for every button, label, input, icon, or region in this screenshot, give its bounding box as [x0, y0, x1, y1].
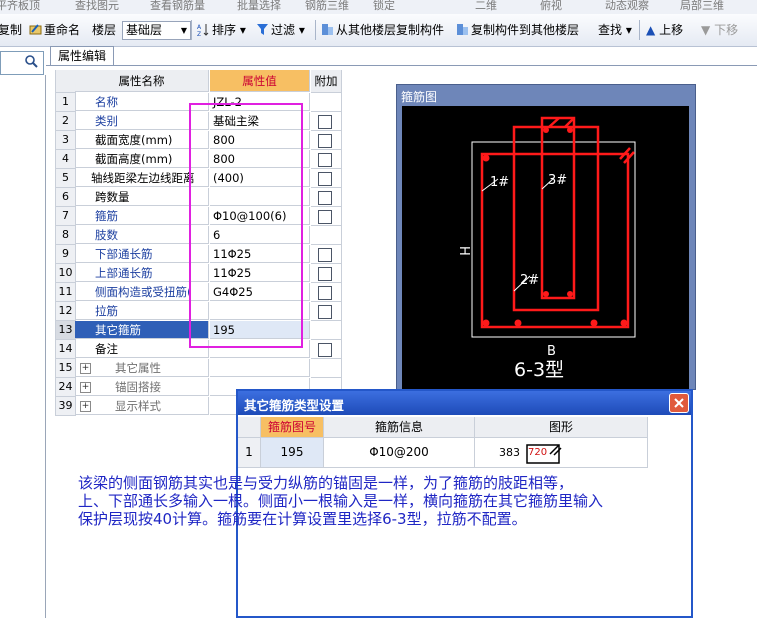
expand-icon[interactable]: + — [80, 382, 91, 393]
attach-checkbox[interactable] — [318, 286, 332, 300]
stirrup-code-cell[interactable]: 195 — [261, 438, 324, 468]
close-button[interactable] — [669, 393, 689, 413]
attach-checkbox[interactable] — [318, 267, 332, 281]
main-toolbar: 复制 重命名 楼层 基础层 ▼ A Z 排序 ▾ 过滤 ▾ 从其他楼层复制构件 复制… — [0, 14, 757, 47]
arrow-up-icon: ▲ — [646, 23, 656, 37]
header-add[interactable]: 附加 — [311, 70, 342, 93]
tool-top-view[interactable]: 俯视 — [540, 0, 562, 13]
rename-icon — [29, 24, 42, 35]
attach-checkbox[interactable] — [318, 115, 332, 129]
stirrup-label-3: 3# — [548, 173, 567, 188]
stirrup-diagram-window: 箍筋图 1# 2# 3# H B 6-3型 — [396, 84, 696, 390]
tab-divider — [46, 65, 757, 66]
filter-button[interactable]: 过滤 ▾ — [256, 22, 305, 38]
panel-divider — [45, 75, 46, 618]
search-icon[interactable] — [22, 53, 41, 71]
stirrup-info-cell[interactable]: Φ10@200 — [324, 438, 475, 468]
svg-text:Z: Z — [197, 31, 201, 36]
tool-rebar-3d[interactable]: 钢筋三维 — [305, 0, 349, 13]
header-value[interactable]: 属性值 — [210, 70, 310, 92]
grid-header: 属性名称 属性值 附加 — [55, 70, 342, 93]
shape-dim-width: 383 — [499, 446, 520, 459]
sort-button[interactable]: A Z 排序 ▾ — [197, 22, 246, 38]
stirrup-type-label: 6-3型 — [514, 359, 564, 381]
header-shape[interactable]: 图形 — [475, 417, 648, 438]
stirrup-2 — [540, 116, 576, 300]
dialog-titlebar[interactable]: 其它箍筋类型设置 — [238, 391, 691, 415]
attach-checkbox[interactable] — [318, 172, 332, 186]
svg-text:A: A — [197, 24, 202, 31]
floor-select[interactable]: 基础层 ▼ — [122, 21, 191, 40]
stirrup-label-1: 1# — [490, 175, 509, 190]
grid-group-row[interactable]: 15 其它属性 + — [55, 359, 342, 378]
move-down-button[interactable]: ▼ 下移 — [701, 22, 738, 38]
attach-checkbox[interactable] — [318, 191, 332, 205]
copy-button[interactable]: 复制 — [0, 22, 22, 38]
tool-2d[interactable]: 二维 — [475, 0, 497, 13]
tool-local-3d[interactable]: 局部三维 — [680, 0, 724, 13]
tool-align-top[interactable]: 平齐板顶 — [0, 0, 40, 13]
tool-find-element[interactable]: 查找图元 — [75, 0, 119, 13]
filter-icon — [257, 24, 268, 35]
tab-property-edit[interactable]: 属性编辑 — [50, 46, 114, 66]
dialog-title: 其它箍筋类型设置 — [244, 398, 345, 413]
move-up-button[interactable]: ▲ 上移 — [646, 22, 683, 38]
attach-checkbox[interactable] — [318, 343, 332, 357]
tool-view-rebar[interactable]: 查看钢筋量 — [150, 0, 205, 13]
tool-batch-select[interactable]: 批量选择 — [237, 0, 281, 13]
width-label: B — [547, 344, 556, 359]
expand-icon[interactable]: + — [80, 363, 91, 374]
rename-button[interactable]: 重命名 — [29, 22, 80, 38]
find-button[interactable]: 查找 ▾ — [598, 22, 632, 38]
attach-checkbox[interactable] — [318, 248, 332, 262]
chevron-down-icon: ▼ — [180, 26, 187, 35]
attach-checkbox[interactable] — [318, 134, 332, 148]
tool-lock[interactable]: 锁定 — [373, 0, 395, 13]
arrow-down-icon: ▼ — [701, 23, 711, 37]
top-toolbar-strip: 平齐板顶 查找图元 查看钢筋量 批量选择 钢筋三维 锁定 二维 俯视 动态观察 … — [0, 0, 757, 14]
attach-checkbox[interactable] — [318, 305, 332, 319]
highlight-annotation-box — [189, 103, 303, 348]
attach-checkbox[interactable] — [318, 153, 332, 167]
stirrup-diagram-canvas: 1# 2# 3# H B 6-3型 — [402, 106, 689, 389]
height-label: H — [456, 246, 471, 256]
tool-dynamic-view[interactable]: 动态观察 — [605, 0, 649, 13]
copy-to-floor-icon — [457, 24, 468, 35]
stirrup-shape-cell[interactable]: 383 720 — [475, 438, 648, 468]
stirrup-label-2: 2# — [520, 273, 539, 288]
shape-dim-height: 720 — [528, 446, 548, 460]
header-stirrup-info[interactable]: 箍筋信息 — [324, 417, 475, 438]
explanation-note: 该梁的侧面钢筋其实也是与受力纵筋的锚固是一样，为了箍筋的肢距相等， 上、下部通长… — [78, 474, 604, 528]
expand-icon[interactable]: + — [80, 401, 91, 412]
header-stirrup-code[interactable]: 箍筋图号 — [261, 417, 324, 438]
sort-icon: AZ — [197, 24, 209, 36]
copy-from-floor-button[interactable]: 从其他楼层复制构件 — [321, 22, 444, 38]
copy-from-floor-icon — [322, 24, 333, 35]
floor-label: 楼层 — [92, 23, 117, 37]
header-name[interactable]: 属性名称 — [75, 70, 209, 92]
close-icon — [674, 398, 684, 408]
copy-to-floor-button[interactable]: 复制构件到其他楼层 — [456, 22, 579, 38]
attach-checkbox[interactable] — [318, 210, 332, 224]
diagram-title: 箍筋图 — [401, 90, 438, 104]
